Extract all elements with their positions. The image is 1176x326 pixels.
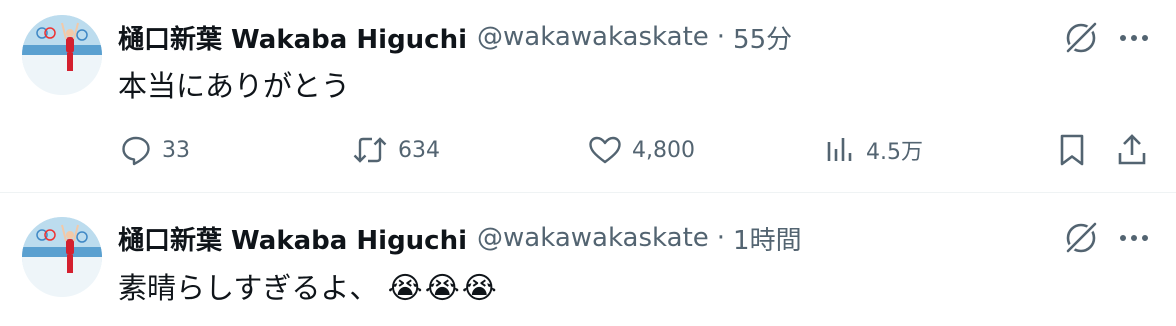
bookmark-icon — [1060, 134, 1084, 166]
reply-button[interactable]: 33 — [120, 130, 190, 170]
retweet-count: 634 — [398, 137, 440, 163]
bookmark-button[interactable] — [1056, 130, 1098, 170]
author-handle[interactable]: @wakawakaskate — [477, 22, 709, 52]
views-button[interactable]: 4.5万 — [824, 130, 923, 170]
author-name[interactable]: 樋口新葉 Wakaba Higuchi — [118, 220, 467, 257]
separator-dot: · — [716, 22, 726, 52]
more-icon[interactable] — [1114, 219, 1154, 257]
views-icon — [827, 138, 852, 161]
retweet-icon — [353, 137, 387, 163]
share-icon — [1118, 134, 1146, 165]
grok-icon[interactable] — [1062, 19, 1100, 57]
tweet-text-body: 素晴らしすぎるよ、 — [118, 271, 379, 305]
avatar-image — [22, 217, 102, 297]
like-count: 4,800 — [632, 137, 695, 163]
more-icon[interactable] — [1114, 19, 1154, 57]
like-icon — [589, 136, 621, 164]
timestamp[interactable]: 1時間 — [733, 220, 802, 257]
reply-icon — [122, 136, 150, 166]
tweet-header: 樋口新葉 Wakaba Higuchi @wakawakaskate · 1時間 — [118, 218, 802, 258]
tweet[interactable]: 樋口新葉 Wakaba Higuchi @wakawakaskate · 1時間… — [0, 193, 1176, 326]
tweet-header: 樋口新葉 Wakaba Higuchi @wakawakaskate · 55分 — [118, 17, 792, 57]
author-handle[interactable]: @wakawakaskate — [477, 223, 709, 253]
reply-count: 33 — [162, 137, 190, 163]
like-button[interactable]: 4,800 — [588, 130, 695, 170]
avatar[interactable] — [22, 217, 102, 297]
share-button[interactable] — [1116, 130, 1158, 170]
view-count: 4.5万 — [866, 140, 923, 165]
tweet-text: 素晴らしすぎるよ、 😭😭😭 — [118, 265, 499, 307]
timestamp[interactable]: 55分 — [733, 19, 792, 56]
action-bar: 33 634 4,800 4.5万 — [0, 130, 1176, 170]
crying-emoji: 😭😭😭 — [387, 271, 499, 306]
separator-dot: · — [716, 223, 726, 253]
grok-icon[interactable] — [1062, 219, 1100, 257]
author-name[interactable]: 樋口新葉 Wakaba Higuchi — [118, 19, 467, 56]
avatar[interactable] — [22, 15, 102, 95]
tweet-text: 本当にありがとう — [118, 69, 351, 103]
retweet-button[interactable]: 634 — [352, 130, 440, 170]
tweet[interactable]: 樋口新葉 Wakaba Higuchi @wakawakaskate · 55分… — [0, 0, 1176, 193]
avatar-image — [22, 15, 102, 95]
